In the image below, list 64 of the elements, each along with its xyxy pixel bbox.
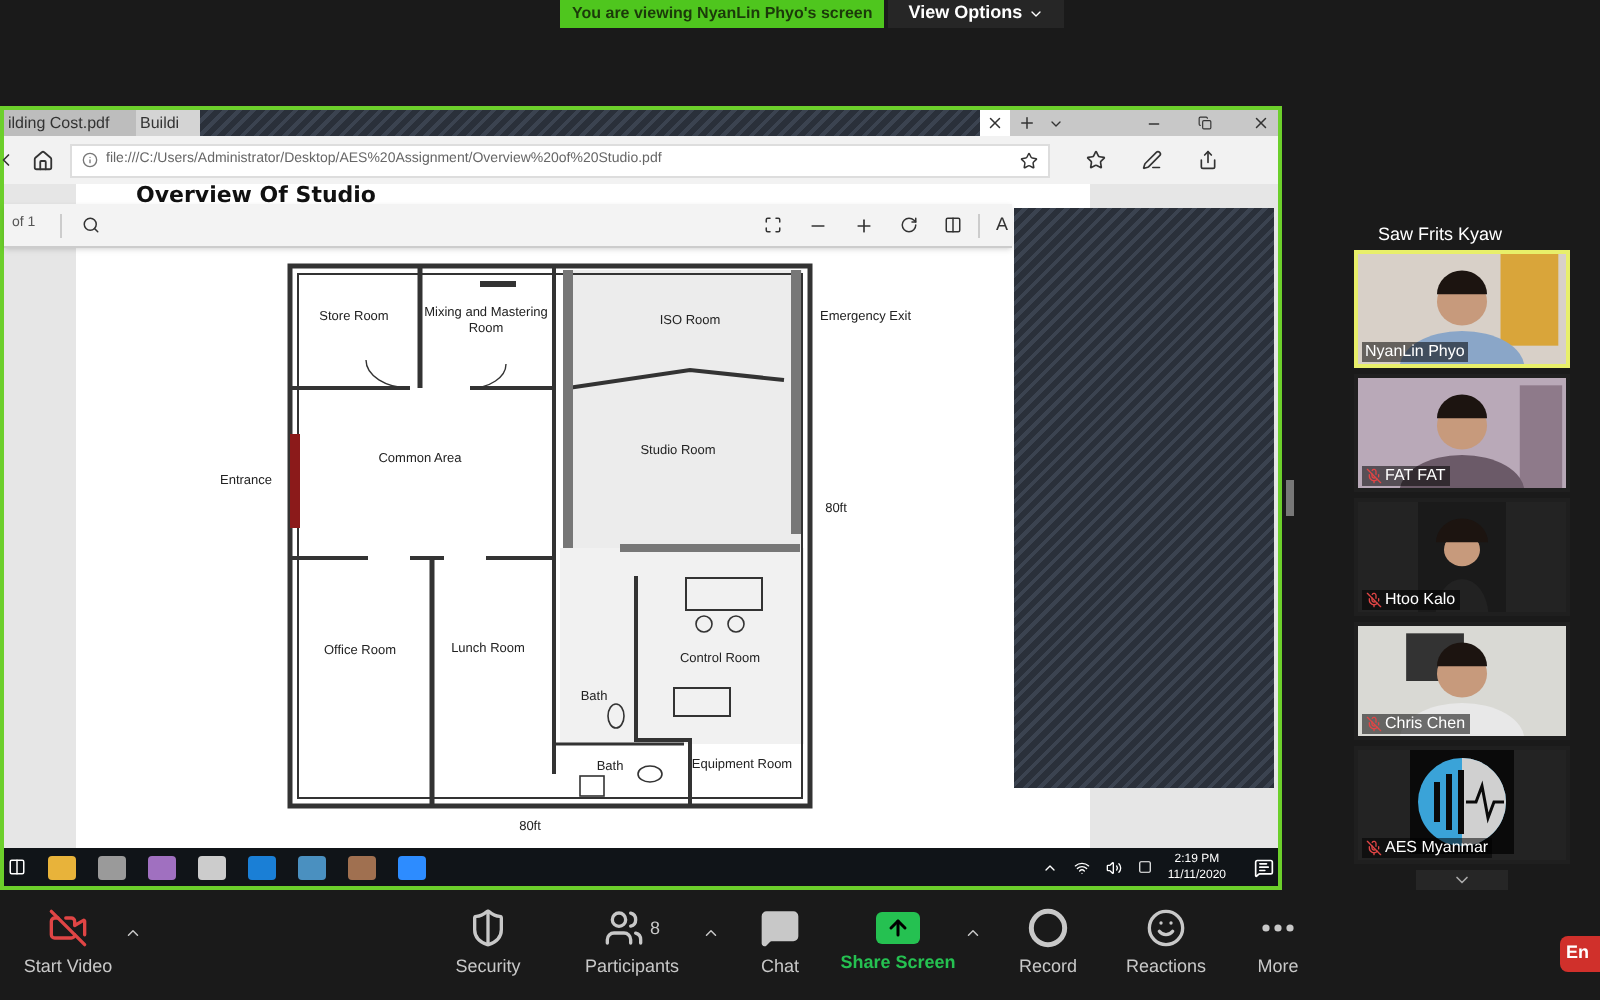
app-icon[interactable]: [148, 855, 176, 879]
app-icon[interactable]: [298, 855, 326, 879]
app-icon[interactable]: [98, 855, 126, 879]
caret-icon[interactable]: [124, 924, 142, 942]
read-aloud-label[interactable]: A: [995, 211, 1008, 239]
record-icon: [1028, 908, 1068, 949]
participant-name: Chris Chen: [1385, 714, 1466, 734]
tray-icon[interactable]: [1137, 860, 1152, 874]
close-icon[interactable]: [1252, 114, 1270, 132]
participant-name: Htoo Kalo: [1385, 590, 1456, 610]
caret-icon[interactable]: [702, 924, 720, 942]
toolbar-button[interactable]: Share Screen: [832, 912, 964, 978]
network-icon[interactable]: [1073, 859, 1090, 875]
participant-name: NyanLin Phyo: [1365, 342, 1465, 362]
toolbar-button[interactable]: Record: [1002, 908, 1094, 982]
restore-icon[interactable]: [1198, 116, 1212, 130]
search-icon[interactable]: [81, 216, 100, 234]
participant-count: 8: [649, 915, 660, 941]
participant-name: FAT FAT: [1385, 466, 1446, 486]
home-icon[interactable]: [32, 149, 54, 171]
toolbar-button[interactable]: Start Video: [12, 908, 124, 982]
view-options-button[interactable]: View Options: [888, 0, 1065, 28]
toolbar-button[interactable]: More: [1238, 908, 1318, 982]
chevron-down-icon: [1028, 6, 1045, 22]
browser-tab[interactable]: ilding Cost.pdf: [4, 110, 136, 136]
scrollbar-handle[interactable]: [1286, 480, 1294, 516]
chat-icon: [760, 908, 800, 949]
video-tile[interactable]: FAT FAT: [1353, 374, 1569, 492]
video-tile[interactable]: NyanLin Phyo: [1353, 250, 1569, 368]
app-icon[interactable]: [398, 855, 426, 879]
zoom-in-icon[interactable]: [853, 215, 874, 235]
people-icon: [603, 908, 644, 949]
page-view-icon[interactable]: [943, 216, 962, 234]
close-tab-icon[interactable]: [986, 114, 1004, 132]
caret-icon[interactable]: [964, 924, 982, 942]
video-tile[interactable]: Chris Chen: [1353, 622, 1569, 740]
video-tile[interactable]: AES Myanmar: [1353, 746, 1569, 864]
document-title: Overview Of Studio: [136, 184, 378, 208]
participant-name: AES Myanmar: [1385, 838, 1489, 858]
end-button[interactable]: En: [1560, 935, 1600, 971]
pen-icon[interactable]: [1142, 150, 1162, 170]
toolbar-button[interactable]: Security: [438, 908, 538, 982]
participant-name: Saw Frits Kyaw: [1378, 224, 1503, 246]
notifications-icon[interactable]: [1254, 857, 1274, 877]
browser-tab[interactable]: Buildi: [136, 110, 200, 136]
favorites-icon[interactable]: [1086, 150, 1106, 170]
star-icon[interactable]: [1020, 151, 1038, 169]
viewing-banner: You are viewing NyanLin Phyo's screen: [560, 0, 885, 28]
toolbar-button[interactable]: 8 Participants: [562, 908, 702, 982]
fit-page-icon[interactable]: [763, 216, 782, 234]
shield-icon: [468, 908, 508, 949]
toolbar-button[interactable]: Reactions: [1110, 908, 1222, 982]
new-tab-icon[interactable]: [1018, 114, 1036, 132]
info-icon[interactable]: [82, 152, 98, 168]
rotate-icon[interactable]: [899, 216, 918, 234]
share-screen-icon: [876, 912, 920, 945]
app-icon[interactable]: [198, 855, 226, 879]
toolbar-button[interactable]: Chat: [740, 908, 820, 982]
app-icon[interactable]: [48, 855, 76, 879]
share-icon[interactable]: [1198, 150, 1218, 170]
volume-icon[interactable]: [1105, 859, 1122, 875]
task-view-icon[interactable]: [8, 858, 26, 876]
more-icon: [1262, 924, 1294, 933]
video-tile[interactable]: Htoo Kalo: [1353, 498, 1569, 616]
